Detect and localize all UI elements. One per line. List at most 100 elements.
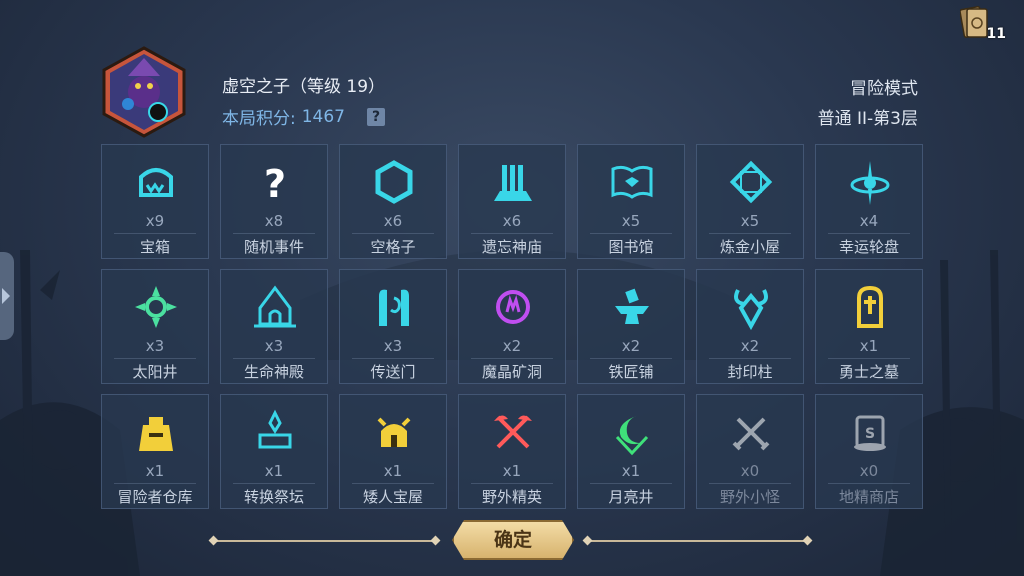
map-element-cell[interactable]: x4 幸运轮盘	[815, 144, 923, 259]
map-element-cell[interactable]: x6 遗忘神庙	[458, 144, 566, 259]
map-element-cell[interactable]: Sx0 地精商店	[815, 394, 923, 509]
map-element-cell[interactable]: x2 魔晶矿洞	[458, 269, 566, 384]
score-value: 1467	[301, 106, 345, 127]
element-name: 矮人宝屋	[362, 488, 423, 506]
hero-avatar[interactable]	[98, 46, 190, 138]
warehouse-icon	[131, 407, 181, 457]
side-expand-tab[interactable]	[0, 252, 14, 340]
element-name: 随机事件	[243, 238, 304, 256]
divider-dot	[208, 535, 219, 546]
card-count-label: 11	[986, 26, 1006, 42]
cell-divider	[590, 358, 672, 359]
element-count: x1	[264, 462, 284, 480]
element-count: x6	[502, 212, 522, 230]
element-count: x1	[145, 462, 165, 480]
element-name: 生命神殿	[243, 363, 304, 381]
map-element-cell[interactable]: x3 生命神殿	[220, 269, 328, 384]
element-count: x6	[383, 212, 403, 230]
map-element-cell[interactable]: x5 图书馆	[577, 144, 685, 259]
cell-divider	[590, 483, 672, 484]
temple-icon	[488, 157, 538, 207]
confirm-bar: 确定	[0, 517, 1024, 563]
element-name: 野外小怪	[719, 488, 780, 506]
element-name: 冒险者仓库	[117, 488, 193, 506]
cell-divider	[114, 483, 196, 484]
element-name: 铁匠铺	[608, 363, 654, 381]
element-name: 幸运轮盘	[838, 238, 899, 256]
sun-icon	[131, 282, 181, 332]
map-element-cell[interactable]: x2 封印柱	[696, 269, 804, 384]
element-name: 太阳井	[132, 363, 178, 381]
cell-divider	[471, 483, 553, 484]
dwarf-icon	[369, 407, 419, 457]
altar-icon	[250, 407, 300, 457]
element-count: x5	[740, 212, 760, 230]
element-count: x5	[621, 212, 641, 230]
map-element-cell[interactable]: x1 矮人宝屋	[339, 394, 447, 509]
element-name: 勇士之墓	[838, 363, 899, 381]
map-element-cell[interactable]: ? x8 随机事件	[220, 144, 328, 259]
chest-icon	[131, 157, 181, 207]
cell-divider	[352, 233, 434, 234]
element-count: x1	[383, 462, 403, 480]
cell-divider	[352, 483, 434, 484]
divider-dot	[430, 535, 441, 546]
cell-divider	[233, 233, 315, 234]
element-count: x1	[859, 337, 879, 355]
cell-divider	[828, 483, 910, 484]
confirm-button[interactable]: 确定	[452, 520, 574, 560]
map-element-cell[interactable]: x1 勇士之墓	[815, 269, 923, 384]
score-label: 本局积分:	[222, 109, 296, 129]
element-count: x9	[145, 212, 165, 230]
map-element-cell[interactable]: x1 冒险者仓库	[101, 394, 209, 509]
map-element-cell[interactable]: x5 炼金小屋	[696, 144, 804, 259]
svg-text:?: ?	[264, 162, 286, 206]
cell-divider	[114, 358, 196, 359]
element-name: 封印柱	[727, 363, 773, 381]
element-name: 转换祭坛	[243, 488, 304, 506]
svg-text:S: S	[865, 426, 875, 442]
map-element-cell[interactable]: x9 宝箱	[101, 144, 209, 259]
cell-divider	[828, 233, 910, 234]
wheel-icon	[845, 157, 895, 207]
map-element-cell[interactable]: x0 野外小怪	[696, 394, 804, 509]
hero-name-level: 虚空之子（等级 19）	[222, 77, 386, 97]
element-count: x2	[502, 337, 522, 355]
help-button[interactable]: ?	[367, 107, 385, 126]
tomb-icon	[845, 282, 895, 332]
score-line: 本局积分: 1467 ?	[222, 104, 385, 129]
map-element-grid: x9 宝箱? x8 随机事件 x6 空格子 x6 遗忘神庙 x5 图书馆 x5 炼金小屋 x4 幸运轮盘 x…	[101, 144, 923, 509]
seal-icon	[726, 282, 776, 332]
divider-left	[214, 540, 436, 542]
shop-icon: S	[845, 407, 895, 457]
map-element-cell[interactable]: x2 铁匠铺	[577, 269, 685, 384]
element-name: 野外精英	[481, 488, 542, 506]
map-element-cell[interactable]: x3 传送门	[339, 269, 447, 384]
map-element-cell[interactable]: x6 空格子	[339, 144, 447, 259]
alchemy-icon	[726, 157, 776, 207]
element-name: 魔晶矿洞	[481, 363, 542, 381]
map-element-cell[interactable]: x3 太阳井	[101, 269, 209, 384]
element-count: x0	[859, 462, 879, 480]
crossed-swords-icon	[726, 407, 776, 457]
anvil-icon	[607, 282, 657, 332]
map-element-cell[interactable]: x1 转换祭坛	[220, 394, 328, 509]
map-element-cell[interactable]: x1 野外精英	[458, 394, 566, 509]
cell-divider	[233, 483, 315, 484]
moon-icon	[607, 407, 657, 457]
element-count: x8	[264, 212, 284, 230]
cell-divider	[114, 233, 196, 234]
map-element-cell[interactable]: x1 月亮井	[577, 394, 685, 509]
element-count: x1	[621, 462, 641, 480]
cell-divider	[709, 233, 791, 234]
element-count: x3	[264, 337, 284, 355]
element-name: 传送门	[370, 363, 416, 381]
cell-divider	[709, 483, 791, 484]
mode-level: 普通 II-第3层	[817, 109, 918, 129]
card-deck-icon[interactable]	[960, 6, 990, 40]
element-name: 遗忘神庙	[481, 238, 542, 256]
element-name: 月亮井	[608, 488, 654, 506]
cell-divider	[709, 358, 791, 359]
divider-right	[588, 540, 808, 542]
element-count: x2	[621, 337, 641, 355]
